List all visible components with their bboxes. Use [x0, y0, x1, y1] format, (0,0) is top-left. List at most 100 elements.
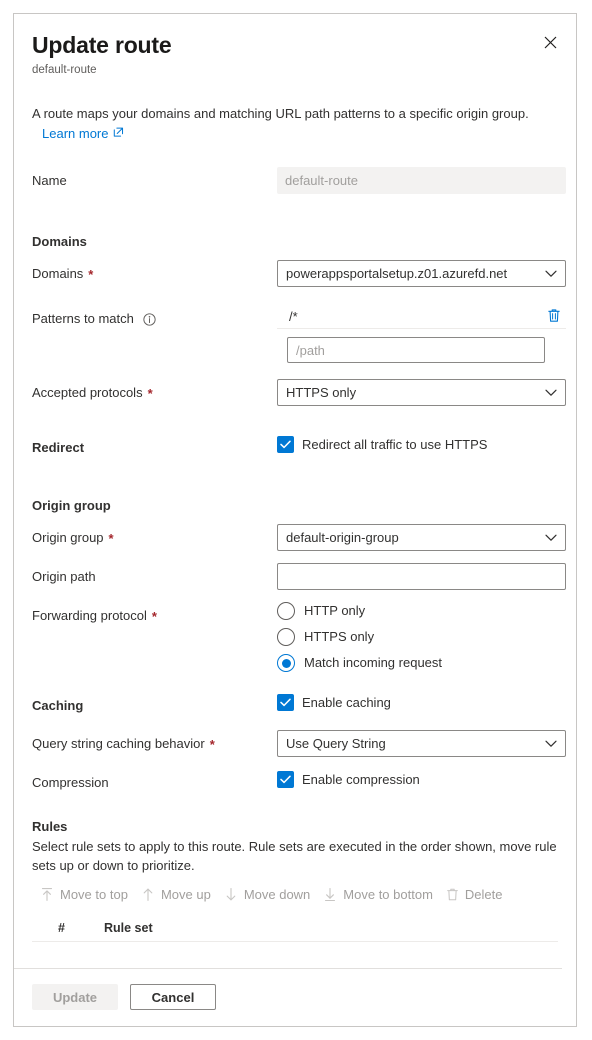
caching-label: Caching	[32, 698, 84, 713]
rules-heading: Rules	[32, 819, 68, 834]
update-button[interactable]: Update	[32, 984, 118, 1010]
origin-path-label: Origin path	[32, 569, 96, 584]
origin-group-label: Origin group	[32, 530, 104, 545]
radio-label: HTTP only	[304, 603, 366, 618]
radio-https-only[interactable]: HTTPS only	[277, 628, 558, 646]
page-title: Update route	[32, 32, 172, 58]
domains-dropdown[interactable]: powerappsportalsetup.z01.azurefd.net	[277, 260, 566, 287]
required-asterisk: *	[108, 530, 114, 546]
radio-label: HTTPS only	[304, 629, 375, 644]
cancel-button[interactable]: Cancel	[130, 984, 216, 1010]
enable-caching-checkbox-row[interactable]: Enable caching	[277, 692, 558, 712]
field-row-domains: Domains * powerappsportalsetup.z01.azure…	[32, 260, 566, 287]
radio-http-only[interactable]: HTTP only	[277, 602, 558, 620]
accepted-protocols-label-wrap: Accepted protocols *	[32, 379, 277, 403]
name-control	[277, 167, 566, 194]
redirect-https-checkbox-row[interactable]: Redirect all traffic to use HTTPS	[277, 434, 558, 454]
move-to-top-button[interactable]: Move to top	[36, 884, 137, 905]
radio-selected-icon	[277, 654, 295, 672]
rules-table-header: # Rule set	[32, 915, 558, 942]
column-header-rule-set: Rule set	[104, 921, 153, 935]
enable-caching-checkbox-label: Enable caching	[302, 694, 391, 710]
forwarding-protocol-label-wrap: Forwarding protocol *	[32, 602, 277, 626]
learn-more-row: Learn more	[32, 124, 558, 143]
move-down-button[interactable]: Move down	[220, 884, 319, 905]
dialog-header: Update route default-route	[14, 14, 576, 78]
caching-control: Enable caching	[277, 692, 558, 712]
rules-section: Rules Select rule sets to apply to this …	[32, 817, 558, 968]
query-string-control: Use Query String	[277, 730, 566, 757]
chevron-down-icon	[545, 530, 557, 545]
required-asterisk: *	[209, 736, 215, 752]
learn-more-link[interactable]: Learn more	[42, 124, 108, 143]
accepted-protocols-label: Accepted protocols	[32, 385, 143, 400]
domains-section-heading-row: Domains	[32, 228, 558, 252]
origin-group-value: default-origin-group	[286, 530, 399, 545]
chevron-down-icon	[545, 266, 557, 281]
field-row-forwarding-protocol: Forwarding protocol * HTTP only HTTPS on…	[32, 602, 558, 672]
delete-pattern-button[interactable]	[544, 307, 564, 327]
close-button[interactable]	[534, 26, 566, 58]
checkbox-checked-icon	[277, 770, 294, 788]
query-string-dropdown[interactable]: Use Query String	[277, 730, 566, 757]
domains-section-heading-wrap: Domains	[32, 228, 277, 252]
pattern-input[interactable]	[287, 337, 545, 363]
name-input	[277, 167, 566, 194]
domains-section-heading: Domains	[32, 234, 87, 249]
required-asterisk: *	[147, 385, 153, 401]
radio-match-incoming-request[interactable]: Match incoming request	[277, 654, 558, 672]
radio-unselected-icon	[277, 628, 295, 646]
pattern-row: /*	[277, 305, 566, 329]
arrow-up-icon	[141, 887, 155, 902]
rules-toolbar: Move to top Move up Move down Move to bo…	[32, 884, 558, 905]
enable-compression-checkbox-row[interactable]: Enable compression	[277, 769, 558, 789]
dialog-body: Update route default-route A route maps …	[14, 14, 576, 968]
checkbox-checked-icon	[277, 435, 294, 453]
rules-table-body	[32, 942, 558, 968]
field-row-redirect: Redirect Redirect all traffic to use HTT…	[32, 434, 558, 458]
forwarding-protocol-control: HTTP only HTTPS only Match incoming requ…	[277, 602, 558, 672]
pattern-value: /*	[289, 309, 298, 324]
query-string-label-wrap: Query string caching behavior *	[32, 730, 277, 754]
field-row-caching: Caching Enable caching	[32, 692, 558, 716]
enable-compression-checkbox-label: Enable compression	[302, 771, 420, 787]
move-up-button[interactable]: Move up	[137, 884, 220, 905]
accepted-protocols-value: HTTPS only	[286, 385, 357, 400]
accepted-protocols-dropdown[interactable]: HTTPS only	[277, 379, 566, 406]
accepted-protocols-control: HTTPS only	[277, 379, 566, 406]
origin-group-label-wrap: Origin group *	[32, 524, 277, 548]
compression-label: Compression	[32, 775, 109, 790]
redirect-https-checkbox-label: Redirect all traffic to use HTTPS	[302, 436, 488, 452]
name-label: Name	[32, 173, 67, 188]
move-to-bottom-label: Move to bottom	[343, 887, 433, 902]
radio-unselected-icon	[277, 602, 295, 620]
query-string-value: Use Query String	[286, 736, 386, 751]
forwarding-protocol-radio-group: HTTP only HTTPS only Match incoming requ…	[277, 602, 558, 672]
origin-group-control: default-origin-group	[277, 524, 566, 551]
origin-group-dropdown[interactable]: default-origin-group	[277, 524, 566, 551]
delete-label: Delete	[464, 887, 503, 902]
move-to-bottom-button[interactable]: Move to bottom	[319, 884, 442, 905]
pattern-list: /*	[277, 305, 566, 329]
dialog-subtitle: default-route	[32, 64, 97, 76]
chevron-down-icon	[545, 385, 557, 400]
external-link-icon	[113, 124, 124, 143]
compression-control: Enable compression	[277, 769, 558, 789]
rules-table: # Rule set	[32, 915, 558, 968]
origin-section-heading: Origin group	[32, 498, 111, 513]
field-row-patterns: Patterns to match /*	[32, 305, 566, 363]
required-asterisk: *	[151, 608, 157, 624]
close-icon	[544, 36, 557, 49]
patterns-label-wrap: Patterns to match	[32, 305, 277, 329]
move-to-top-label: Move to top	[60, 887, 128, 902]
domains-label: Domains	[32, 266, 84, 281]
delete-rule-button[interactable]: Delete	[442, 884, 512, 905]
arrow-down-icon	[224, 887, 238, 902]
origin-path-input[interactable]	[277, 563, 566, 590]
arrow-up-to-line-icon	[40, 887, 54, 902]
redirect-label: Redirect	[32, 440, 85, 455]
domains-dropdown-value: powerappsportalsetup.z01.azurefd.net	[286, 266, 508, 281]
trash-icon	[446, 887, 459, 902]
forwarding-protocol-label: Forwarding protocol	[32, 608, 147, 623]
info-icon[interactable]	[143, 312, 156, 326]
